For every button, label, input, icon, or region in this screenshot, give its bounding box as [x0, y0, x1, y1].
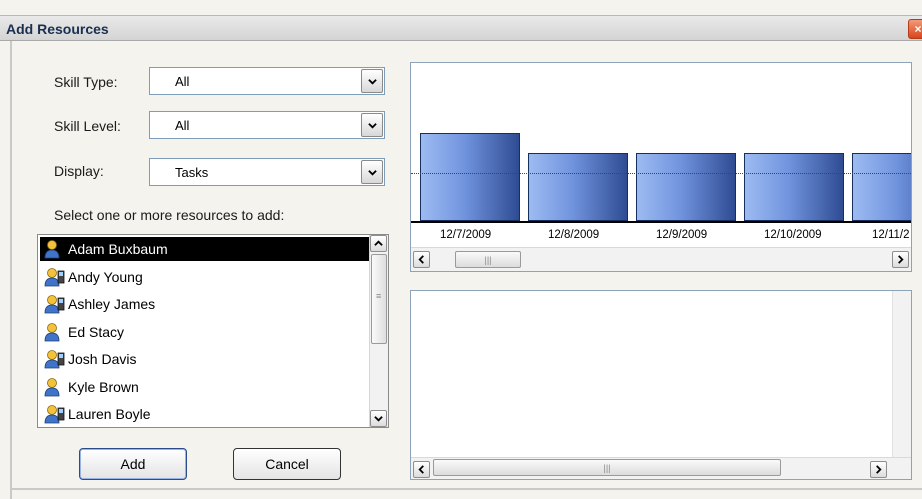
display-value: Tasks [175, 165, 209, 180]
list-item-label: Josh Davis [68, 351, 137, 367]
list-item-label: Kyle Brown [68, 378, 139, 395]
chevron-down-icon [367, 122, 377, 129]
list-item[interactable]: Ed Stacy [40, 320, 370, 344]
x-tick-label: 12/8/2009 [548, 229, 600, 241]
skill-type-value: All [175, 74, 190, 89]
list-item-label: Adam Buxbaum [68, 241, 168, 257]
scroll-left-button[interactable] [413, 251, 430, 268]
chevron-down-icon [374, 416, 383, 422]
chart-baseline [411, 221, 911, 223]
skill-level-select[interactable]: All [149, 111, 385, 139]
display-label: Display: [54, 163, 104, 179]
list-item[interactable]: Josh Davis [40, 347, 370, 371]
close-icon[interactable]: × [908, 19, 922, 39]
skill-level-dropdown-button[interactable] [361, 113, 383, 137]
person-device-icon [44, 405, 65, 424]
chevron-left-icon [418, 255, 424, 264]
chevron-down-icon [367, 169, 377, 176]
scroll-thumb[interactable]: ≡ [371, 254, 387, 344]
list-item-label: Andy Young [68, 268, 143, 285]
list-item-label: Lauren Boyle [68, 406, 151, 422]
resource-list-scrollbar[interactable]: ≡ [369, 235, 388, 427]
skill-type-select[interactable]: All [149, 67, 385, 95]
chart-bar [636, 153, 736, 221]
x-tick-label: 12/9/2009 [656, 229, 708, 241]
display-dropdown-button[interactable] [361, 160, 383, 184]
scroll-up-button[interactable] [370, 235, 387, 252]
grip-icon: ||| [484, 254, 492, 265]
person-device-icon [44, 267, 65, 286]
add-button[interactable]: Add [79, 448, 187, 480]
add-resources-dialog: Add Resources × Skill Type: All Skill Le… [0, 0, 922, 499]
details-horizontal-scrollbar[interactable]: ||| [411, 457, 911, 479]
details-panel[interactable]: ||| [410, 290, 912, 480]
chevron-right-icon [898, 255, 904, 264]
dialog-frame-left [10, 41, 12, 499]
chevron-left-icon [418, 465, 424, 474]
list-item[interactable]: Kyle Brown [40, 375, 370, 399]
dialog-title: Add Resources [6, 21, 109, 37]
chevron-up-icon [374, 240, 383, 246]
scroll-thumb[interactable]: ||| [455, 251, 521, 268]
details-vertical-track[interactable] [892, 291, 911, 459]
x-tick-label: 12/11/2 [872, 229, 910, 241]
display-select[interactable]: Tasks [149, 158, 385, 186]
scroll-left-button[interactable] [413, 461, 430, 478]
list-item-label: Ed Stacy [68, 323, 125, 340]
skill-level-value: All [175, 118, 190, 133]
x-tick-label: 12/7/2009 [440, 229, 492, 241]
cancel-button[interactable]: Cancel [233, 448, 341, 480]
chart-reference-line [411, 173, 911, 174]
resource-list[interactable]: Adam Buxbaum Andy Young Ashley James Ed Sta… [37, 234, 389, 428]
chart-horizontal-scrollbar[interactable]: ||| [411, 247, 911, 271]
skill-type-dropdown-button[interactable] [361, 69, 383, 93]
grip-icon: ≡ [376, 291, 382, 301]
list-prompt: Select one or more resources to add: [54, 207, 285, 223]
list-item[interactable]: Ashley James [40, 292, 370, 316]
chevron-right-icon [876, 465, 882, 474]
person-device-icon [44, 350, 65, 369]
chart-bar [528, 153, 628, 221]
list-item[interactable]: Adam Buxbaum [40, 237, 370, 261]
chart-bar [852, 153, 911, 221]
scroll-down-button[interactable] [370, 410, 387, 427]
grip-icon: ||| [603, 462, 611, 473]
person-device-icon [44, 295, 65, 314]
list-item[interactable]: Andy Young [40, 265, 370, 289]
chart-bar [420, 133, 520, 221]
person-icon [44, 377, 60, 396]
person-icon [44, 322, 60, 341]
person-icon [44, 240, 60, 259]
scroll-right-button[interactable] [870, 461, 887, 478]
workload-chart: 12/7/2009 12/8/2009 12/9/2009 12/10/2009 12/… [410, 62, 912, 272]
title-bar[interactable]: Add Resources × [0, 15, 922, 41]
skill-type-label: Skill Type: [54, 74, 118, 90]
scroll-thumb[interactable]: ||| [433, 459, 781, 476]
chart-bar [744, 153, 844, 221]
list-item[interactable]: Lauren Boyle [40, 402, 370, 426]
list-item-label: Ashley James [68, 296, 156, 312]
skill-level-label: Skill Level: [54, 118, 121, 134]
dialog-frame-bottom [10, 488, 922, 490]
scroll-right-button[interactable] [892, 251, 909, 268]
x-tick-label: 12/10/2009 [764, 229, 822, 241]
chevron-down-icon [367, 78, 377, 85]
